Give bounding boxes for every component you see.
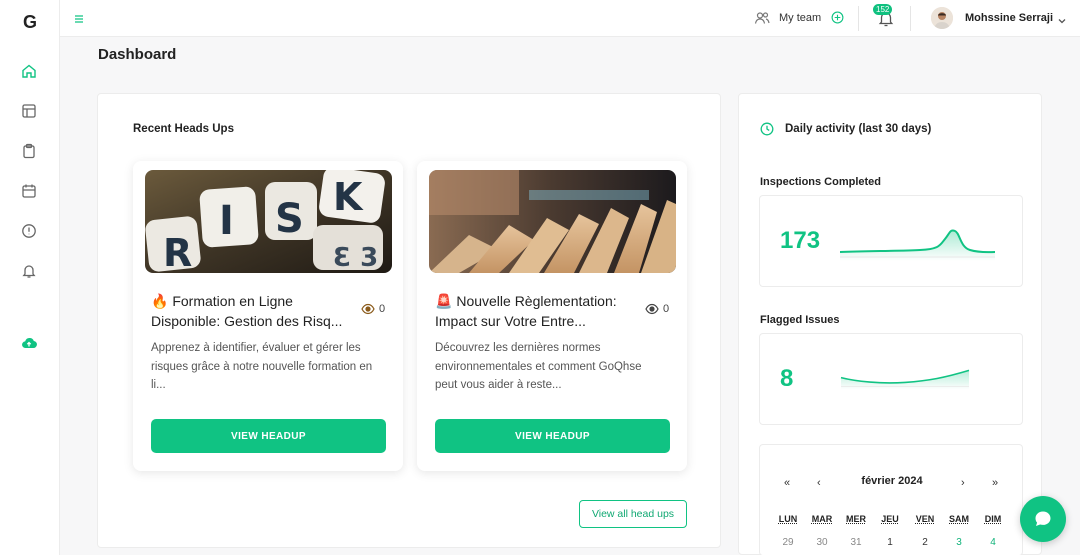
top-bar: My team 152 Mohssine Serraji — [60, 0, 1080, 37]
calendar-day[interactable]: 3 — [944, 537, 974, 548]
daily-activity-panel: Daily activity (last 30 days) Inspection… — [738, 93, 1042, 555]
sidebar: G — [0, 0, 60, 555]
flagged-card: 8 — [759, 333, 1023, 425]
view-all-headups-button[interactable]: View all head ups — [579, 500, 687, 528]
headup-title[interactable]: 🚨 Nouvelle Règlementation: Impact sur Vo… — [435, 291, 640, 331]
calendar-day[interactable]: 31 — [841, 537, 871, 548]
flagged-sparkline — [840, 369, 970, 390]
calendar-day[interactable]: 2 — [910, 537, 940, 548]
activity-title: Daily activity (last 30 days) — [785, 123, 932, 135]
chat-bubble-icon — [1035, 511, 1051, 526]
cloud-upload-icon[interactable] — [20, 334, 38, 352]
headup-description: Apprenez à identifier, évaluer et gérer … — [151, 342, 373, 391]
chevron-down-icon[interactable] — [1057, 13, 1067, 24]
avatar[interactable] — [931, 7, 953, 29]
menu-toggle-icon[interactable] — [73, 12, 85, 24]
weekday-label: MER — [846, 514, 866, 524]
home-icon[interactable] — [20, 62, 38, 80]
headup-title[interactable]: 🔥 Formation en Ligne Disponible: Gestion… — [151, 291, 356, 331]
divider — [858, 6, 859, 31]
view-headup-button[interactable]: VIEW HEADUP — [435, 419, 670, 453]
calendar: « ‹ février 2024 › » LUN MAR MER JEU VEN… — [759, 444, 1023, 555]
siren-icon: 🚨 — [435, 293, 453, 309]
next-month-button[interactable]: › — [961, 477, 965, 489]
notification-badge: 152 — [873, 4, 893, 15]
inspections-value: 173 — [780, 227, 821, 254]
calendar-day[interactable]: 29 — [773, 537, 803, 548]
view-count: 0 — [663, 303, 670, 315]
calendar-day[interactable]: 30 — [807, 537, 837, 548]
flagged-value: 8 — [780, 365, 794, 392]
page-title: Dashboard — [98, 46, 177, 63]
wooden-blocks-image — [429, 170, 676, 273]
weekday-label: MAR — [811, 514, 833, 524]
section-title: Recent Heads Ups — [133, 123, 234, 135]
svg-text:S: S — [275, 196, 304, 242]
svg-text:R: R — [163, 231, 192, 273]
headup-description: Découvrez les dernières normes environne… — [435, 342, 642, 391]
weekday-label: JEU — [881, 514, 899, 524]
user-name[interactable]: Mohssine Serraji — [965, 12, 1053, 24]
add-team-icon[interactable] — [831, 11, 844, 24]
calendar-month-label[interactable]: février 2024 — [760, 475, 1024, 487]
inspections-card: 173 — [759, 195, 1023, 287]
weekday-label: DIM — [984, 514, 1002, 524]
view-count: 0 — [379, 303, 386, 315]
layout-icon[interactable] — [20, 102, 38, 120]
weekday-label: VEN — [915, 514, 935, 524]
calendar-icon[interactable] — [20, 182, 38, 200]
bell-icon[interactable] — [20, 262, 38, 280]
headup-card[interactable]: 🚨 Nouvelle Règlementation: Impact sur Vo… — [417, 161, 687, 471]
app-logo[interactable]: G — [0, 12, 60, 33]
recent-headups-panel: Recent Heads Ups R I S K Ɛ 3 🔥 Formation… — [97, 93, 721, 548]
risk-dice-image: R I S K Ɛ 3 — [145, 170, 392, 273]
inspections-sparkline — [840, 229, 996, 261]
team-icon — [754, 10, 770, 26]
my-team-link[interactable]: My team — [779, 12, 821, 24]
next-year-button[interactable]: » — [992, 477, 998, 489]
svg-text:Ɛ 3: Ɛ 3 — [333, 243, 378, 273]
alert-circle-icon[interactable] — [20, 222, 38, 240]
svg-text:I: I — [219, 198, 234, 244]
weekday-label: LUN — [778, 514, 798, 524]
eye-icon — [361, 302, 375, 315]
clock-icon — [760, 122, 774, 136]
headup-card[interactable]: R I S K Ɛ 3 🔥 Formation en Ligne Disponi… — [133, 161, 403, 471]
calendar-day[interactable]: 1 — [875, 537, 905, 548]
calendar-day[interactable]: 4 — [978, 537, 1008, 548]
clipboard-icon[interactable] — [20, 142, 38, 160]
svg-text:K: K — [333, 175, 364, 219]
chat-button[interactable] — [1020, 496, 1066, 542]
fire-icon: 🔥 — [151, 293, 169, 309]
eye-icon — [645, 302, 659, 315]
flagged-label: Flagged Issues — [760, 314, 840, 326]
weekday-label: SAM — [949, 514, 969, 524]
divider — [910, 6, 911, 31]
view-headup-button[interactable]: VIEW HEADUP — [151, 419, 386, 453]
inspections-label: Inspections Completed — [760, 176, 882, 188]
